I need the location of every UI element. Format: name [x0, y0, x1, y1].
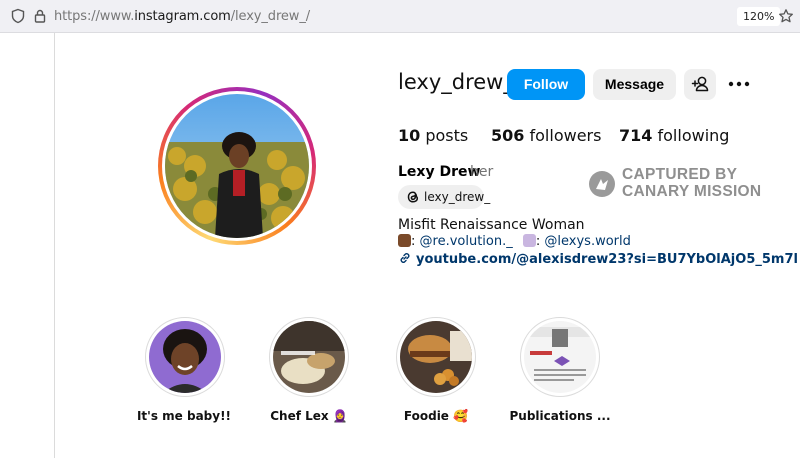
profile-username: lexy_drew_	[398, 70, 514, 94]
more-options-icon[interactable]	[727, 74, 751, 94]
followers-link[interactable]: 506 followers	[491, 126, 601, 145]
highlight-2-label: Chef Lex 🧕	[270, 409, 348, 423]
posts-number: 10	[398, 126, 421, 145]
highlight-2-cover	[273, 321, 345, 393]
external-link[interactable]: youtube.com/@alexisdrew23?si=BU7YbOlAjO5…	[398, 251, 800, 267]
threads-badge[interactable]: lexy_drew_	[398, 185, 490, 209]
profile-full-name: Lexy Drew	[398, 164, 481, 180]
highlight-2[interactable]	[269, 317, 349, 397]
shield-icon[interactable]	[10, 8, 26, 24]
bio-handles: : @re.volution._ : @lexys.world	[398, 234, 631, 249]
highlight-3-cover	[400, 321, 472, 393]
url-field[interactable]: https://www.instagram.com/lexy_drew_/	[54, 9, 310, 24]
highlight-1[interactable]	[145, 317, 225, 397]
posts-label: posts	[425, 126, 469, 145]
highlight-4-label: Publications ...	[509, 409, 611, 423]
add-user-icon	[691, 76, 709, 92]
followers-label: followers	[529, 126, 602, 145]
profile-pronoun: her	[470, 164, 494, 180]
sidebar-divider	[54, 33, 55, 458]
bio-text: Misfit Renaissance Woman	[398, 217, 585, 233]
highlight-4[interactable]	[520, 317, 600, 397]
browser-url-bar: https://www.instagram.com/lexy_drew_/ 12…	[0, 0, 800, 33]
highlight-1-cover	[149, 321, 221, 393]
message-button[interactable]: Message	[593, 69, 676, 100]
lock-icon[interactable]	[32, 8, 48, 24]
followers-number: 506	[491, 126, 525, 145]
following-number: 714	[619, 126, 653, 145]
watermark-line-2: CANARY MISSION	[622, 183, 762, 200]
bear-emoji-icon	[398, 234, 411, 247]
external-link-text: youtube.com/@alexisdrew23?si=BU7YbOlAjO5…	[416, 252, 800, 267]
highlight-1-label: It's me baby!!	[136, 409, 232, 423]
bio-separator-1: :	[411, 234, 420, 249]
person-emoji-icon	[522, 234, 536, 247]
following-link[interactable]: 714 following	[619, 126, 729, 145]
suggested-users-button[interactable]	[684, 69, 716, 100]
threads-icon	[407, 191, 419, 203]
follow-button[interactable]: Follow	[507, 69, 585, 100]
watermark-line-1: CAPTURED BY	[622, 166, 738, 183]
url-prefix: https://www.	[54, 9, 135, 24]
posts-count: 10 posts	[398, 126, 468, 145]
canary-logo-icon	[589, 171, 615, 197]
highlight-3-label: Foodie 🥰	[403, 409, 469, 423]
watermark-text: CAPTURED BY CANARY MISSION	[622, 166, 761, 200]
highlight-3[interactable]	[396, 317, 476, 397]
bio-handle-link-2[interactable]: @lexys.world	[544, 234, 630, 249]
canary-mission-watermark: CAPTURED BY CANARY MISSION	[589, 166, 764, 202]
url-path: /lexy_drew_/	[230, 9, 311, 24]
highlight-4-cover	[524, 321, 596, 393]
bio-handle-link-1[interactable]: @re.volution._	[420, 234, 513, 249]
threads-handle: lexy_drew_	[424, 190, 491, 204]
zoom-level-badge[interactable]: 120%	[737, 7, 781, 26]
url-host: instagram.com	[134, 9, 231, 24]
profile-photo	[165, 94, 309, 238]
following-label: following	[657, 126, 730, 145]
profile-avatar[interactable]	[158, 87, 316, 245]
link-icon	[400, 253, 410, 263]
bookmark-star-icon[interactable]	[778, 8, 794, 24]
